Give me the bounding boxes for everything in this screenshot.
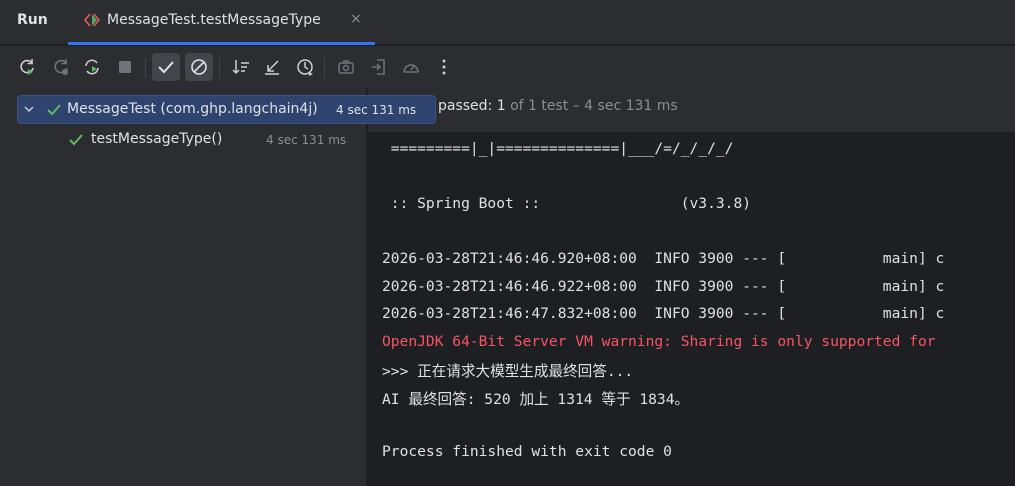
history-icon[interactable]	[291, 53, 319, 81]
tree-item-label: testMessageType()	[91, 131, 223, 147]
tree-item-root[interactable]: MessageTest (com.ghp.langchain4j) 4 sec …	[17, 95, 436, 124]
console-line: AI 最终回答: 520 加上 1314 等于 1834。	[382, 390, 690, 408]
tree-item-time: 4 sec 131 ms	[336, 103, 417, 117]
status-summary: of 1 test – 4 sec 131 ms	[510, 98, 678, 114]
console-output[interactable]: =========|_|==============|___/=/_/_/_/ …	[368, 132, 1015, 486]
collapse-icon[interactable]	[258, 53, 286, 81]
close-icon[interactable]: ×	[350, 11, 362, 27]
toolbar-separator	[145, 58, 146, 78]
show-passed-icon[interactable]	[152, 53, 180, 81]
console-line: =========|_|==============|___/=/_/_/_/	[382, 140, 734, 157]
console-line: 2026-03-28T21:46:46.922+08:00 INFO 3900 …	[382, 277, 945, 295]
console-line: Process finished with exit code 0	[382, 442, 672, 460]
gauge-icon[interactable]	[397, 53, 425, 81]
run-tool-window-header: Run MessageTest.testMessageType ×	[0, 0, 1015, 45]
toolbar-separator	[219, 58, 220, 78]
toggle-auto-test-icon[interactable]	[78, 53, 106, 81]
toolbar-separator	[324, 58, 325, 78]
passed-check-icon	[69, 134, 83, 146]
test-tree-panel: MessageTest (com.ghp.langchain4j) 4 sec …	[0, 88, 436, 486]
run-toolbar	[0, 46, 1015, 88]
tree-item-time: 4 sec 131 ms	[266, 133, 347, 147]
tab-label: MessageTest.testMessageType	[107, 12, 321, 28]
test-status-text: passed: 1 of 1 test – 4 sec 131 ms	[438, 98, 678, 114]
console-line: 2026-03-28T21:46:47.832+08:00 INFO 3900 …	[382, 305, 945, 322]
status-passed: passed: 1	[438, 98, 506, 114]
run-title: Run	[17, 12, 48, 28]
console-line: >>> 正在请求大模型生成最终回答...	[382, 363, 634, 380]
tree-item-label: MessageTest (com.ghp.langchain4j)	[67, 101, 318, 117]
export-icon[interactable]	[365, 53, 393, 81]
more-vertical-icon[interactable]	[430, 53, 458, 81]
tree-item-child[interactable]: testMessageType() 4 sec 131 ms	[17, 126, 357, 155]
camera-icon[interactable]	[332, 53, 360, 81]
console-line: :: Spring Boot :: (v3.3.8)	[382, 195, 752, 212]
sort-icon[interactable]	[227, 53, 255, 81]
test-config-icon	[83, 13, 101, 27]
show-ignored-icon[interactable]	[185, 53, 213, 81]
rerun-icon[interactable]	[13, 53, 41, 81]
tab-underline	[68, 42, 375, 45]
passed-check-icon	[47, 104, 61, 116]
console-line: OpenJDK 64-Bit Server VM warning: Sharin…	[382, 332, 936, 350]
rerun-failed-icon[interactable]	[47, 53, 75, 81]
chevron-down-icon[interactable]	[23, 103, 35, 115]
stop-icon[interactable]	[111, 53, 139, 81]
console-line: 2026-03-28T21:46:46.920+08:00 INFO 3900 …	[382, 250, 945, 267]
test-status-bar: passed: 1 of 1 test – 4 sec 131 ms	[368, 88, 1015, 132]
tab-message-test[interactable]: MessageTest.testMessageType ×	[68, 0, 375, 45]
